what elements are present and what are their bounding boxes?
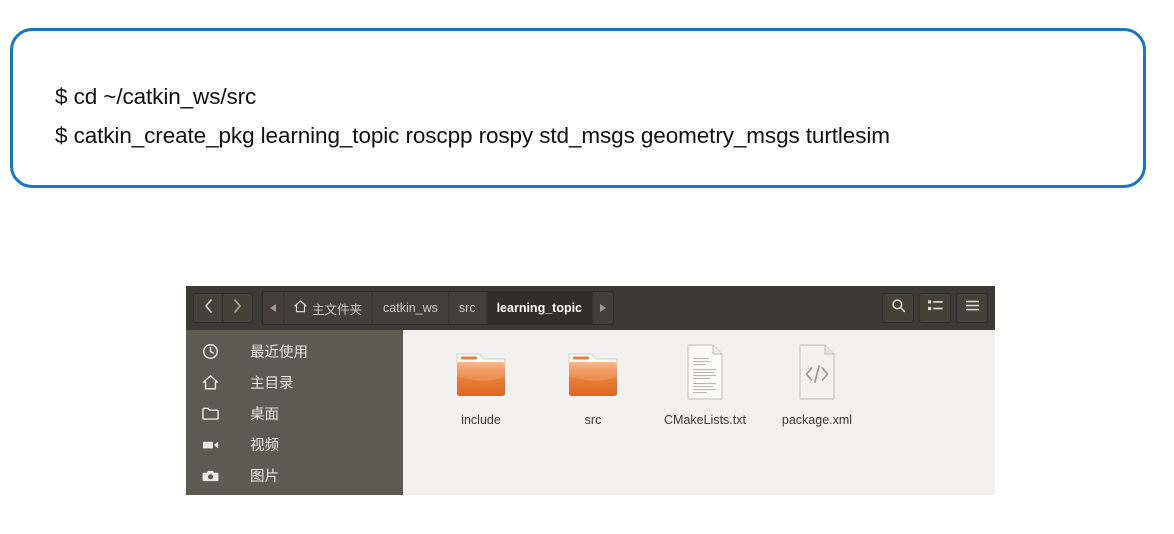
search-icon [891,298,906,318]
folder-icon [199,406,221,421]
file-icon-box [682,344,728,406]
sidebar-item-label: 视频 [250,438,279,454]
forward-button[interactable] [223,293,253,323]
back-button[interactable] [193,293,223,323]
file-name-label: CMakeLists.txt [664,413,746,427]
file-manager-toolbar: 主文件夹 catkin_ws src learning_topic [186,286,995,330]
toolbar-right-group [882,293,988,323]
file-name-label: src [584,413,602,427]
camera-icon [199,469,221,483]
file-item-package-xml[interactable]: package.xml [761,344,873,428]
file-icon-box [452,344,510,406]
breadcrumb-item-learning-topic[interactable]: learning_topic [486,292,594,324]
chevron-left-icon [204,298,213,318]
breadcrumb-scroll-left-button[interactable] [263,292,284,324]
breadcrumb-item-label: catkin_ws [383,301,438,315]
sidebar-item-label: 最近使用 [250,345,308,361]
navigation-button-group [193,293,253,323]
breadcrumb-item-src[interactable]: src [448,292,487,324]
hamburger-menu-icon [965,299,980,317]
menu-button[interactable] [956,293,988,323]
file-manager-body: 最近使用 主目录 桌面 视频 图片 include src CMakeLists… [186,330,995,495]
file-icon-box [794,344,840,406]
sidebar: 最近使用 主目录 桌面 视频 图片 [186,330,403,495]
sidebar-item-desktop[interactable]: 桌面 [186,398,403,429]
sidebar-item-label: 图片 [250,469,279,485]
file-list-view: include src CMakeLists.txt package.xml [403,330,995,495]
file-manager-window: 主文件夹 catkin_ws src learning_topic 最近使用 主… [186,286,995,495]
view-toggle-button[interactable] [919,293,951,323]
command-line-2: $ catkin_create_pkg learning_topic roscp… [55,123,890,148]
triangle-right-icon [600,304,607,312]
sidebar-item-pictures[interactable]: 图片 [186,460,403,491]
home-icon [294,300,307,316]
breadcrumb-item-catkin-ws[interactable]: catkin_ws [373,292,449,324]
breadcrumb-item-home[interactable]: 主文件夹 [284,292,374,324]
command-line-1: $ cd ~/catkin_ws/src [55,84,257,109]
sidebar-item-videos[interactable]: 视频 [186,429,403,460]
search-button[interactable] [882,293,914,323]
terminal-command-callout: $ cd ~/catkin_ws/src $ catkin_create_pkg… [10,28,1146,188]
breadcrumb-item-label: 主文件夹 [312,302,363,317]
list-view-icon [927,299,943,317]
file-name-label: package.xml [781,413,853,427]
file-item-cmakelists[interactable]: CMakeLists.txt [649,344,761,428]
sidebar-item-label: 桌面 [250,407,279,423]
folder-icon [564,349,622,406]
file-name-label: include [461,413,501,427]
command-lines: $ cd ~/catkin_ws/src $ catkin_create_pkg… [55,77,1123,155]
chevron-right-icon [233,298,242,318]
breadcrumb: 主文件夹 catkin_ws src learning_topic [262,291,615,325]
text-file-icon [682,343,728,406]
sidebar-item-label: 主目录 [250,376,294,392]
clock-icon [199,343,221,360]
breadcrumb-item-label: learning_topic [496,301,583,315]
folder-icon [452,349,510,406]
triangle-left-icon [270,304,276,312]
sidebar-item-recent[interactable]: 最近使用 [186,336,403,367]
file-icon-box [564,344,622,406]
sidebar-item-home[interactable]: 主目录 [186,367,403,398]
breadcrumb-scroll-right-button[interactable] [593,292,614,324]
file-item-include[interactable]: include [425,344,537,428]
home-icon [199,374,221,391]
xml-file-icon [794,343,840,406]
breadcrumb-item-label: src [458,301,476,315]
video-icon [199,439,221,451]
file-item-src[interactable]: src [537,344,649,428]
